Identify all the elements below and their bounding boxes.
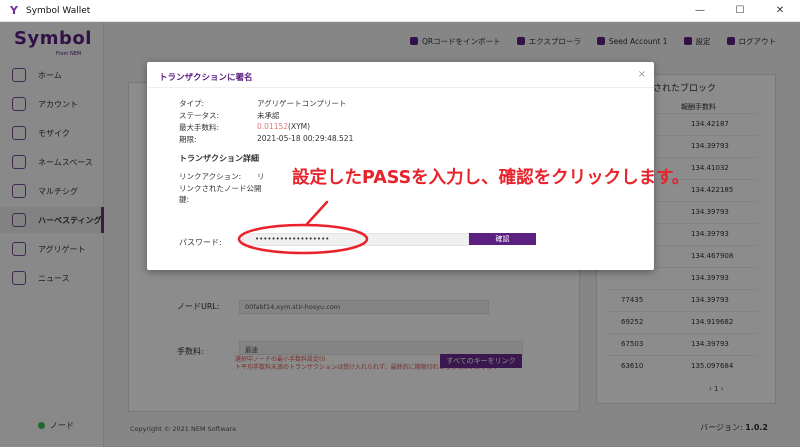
- confirm-button[interactable]: 確認: [469, 233, 536, 245]
- link-action-value: リ: [257, 172, 265, 181]
- minimize-button[interactable]: —: [680, 0, 720, 22]
- modal-close-button[interactable]: ×: [638, 69, 646, 80]
- close-window-button[interactable]: ✕: [760, 0, 800, 22]
- max-fee-amount: 0.01152: [257, 122, 289, 131]
- status-label: ステータス:: [179, 111, 220, 120]
- symbol-logo-icon: Y: [10, 3, 18, 17]
- deadline-value: 2021-05-18 00:29:48.521: [257, 134, 354, 143]
- max-fee-unit: (XYM): [288, 122, 311, 131]
- transaction-details-title: トランザクション詳細: [179, 154, 259, 163]
- deadline-label: 期限:: [179, 135, 197, 144]
- max-fee-label: 最大手数料:: [179, 123, 220, 132]
- linked-node-key-label-cont: 鍵:: [179, 195, 190, 204]
- window-controls: — ☐ ✕: [680, 0, 800, 22]
- linked-node-key-label: リンクされたノード公開: [179, 184, 262, 193]
- status-value: 未承認: [257, 111, 280, 120]
- modal-title: トランザクションに署名: [159, 73, 253, 83]
- max-fee-value: 0.01152(XYM): [257, 122, 310, 131]
- maximize-button[interactable]: ☐: [720, 0, 760, 22]
- modal-divider: [147, 87, 654, 88]
- window-title: Symbol Wallet: [26, 5, 91, 16]
- type-value: アグリゲートコンプリート: [257, 99, 347, 108]
- window-titlebar: Y Symbol Wallet — ☐ ✕: [0, 0, 800, 22]
- password-input[interactable]: ••••••••••••••••••: [242, 233, 469, 246]
- instruction-annotation: 設定したPASSを入力し、確認をクリックします。: [292, 168, 690, 188]
- password-label: パスワード:: [179, 238, 222, 247]
- link-action-label: リンクアクション:: [179, 172, 242, 181]
- type-label: タイプ:: [179, 99, 205, 108]
